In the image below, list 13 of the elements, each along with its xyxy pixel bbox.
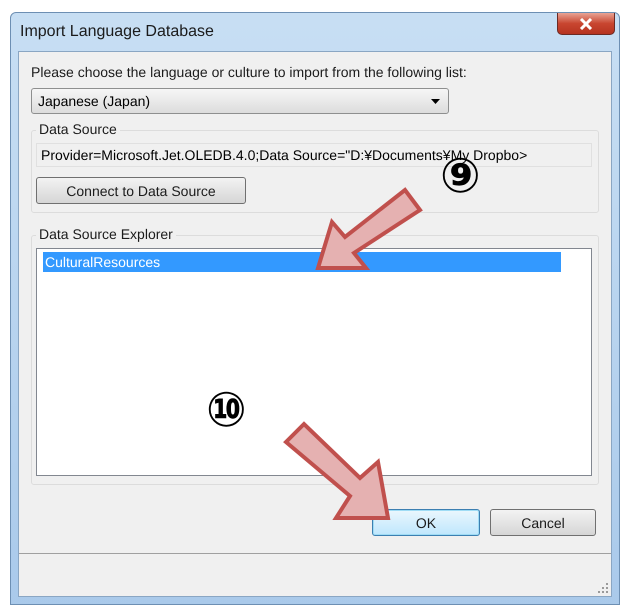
group-label: Data Source Explorer	[36, 226, 176, 242]
step-number: ⑩	[206, 386, 247, 434]
close-button[interactable]	[557, 13, 615, 35]
close-icon	[579, 18, 593, 30]
connect-button[interactable]: Connect to Data Source	[36, 177, 246, 204]
instruction-text: Please choose the language or culture to import from the following list:	[31, 64, 468, 80]
group-label: Data Source	[36, 121, 120, 137]
cancel-button[interactable]: Cancel	[490, 509, 596, 536]
ok-button[interactable]: OK	[372, 509, 480, 536]
language-dropdown[interactable]: Japanese (Japan)	[31, 88, 449, 114]
resize-grip-icon	[597, 582, 608, 593]
dropdown-arrow-icon	[431, 98, 440, 104]
window-title: Import Language Database	[19, 23, 214, 41]
